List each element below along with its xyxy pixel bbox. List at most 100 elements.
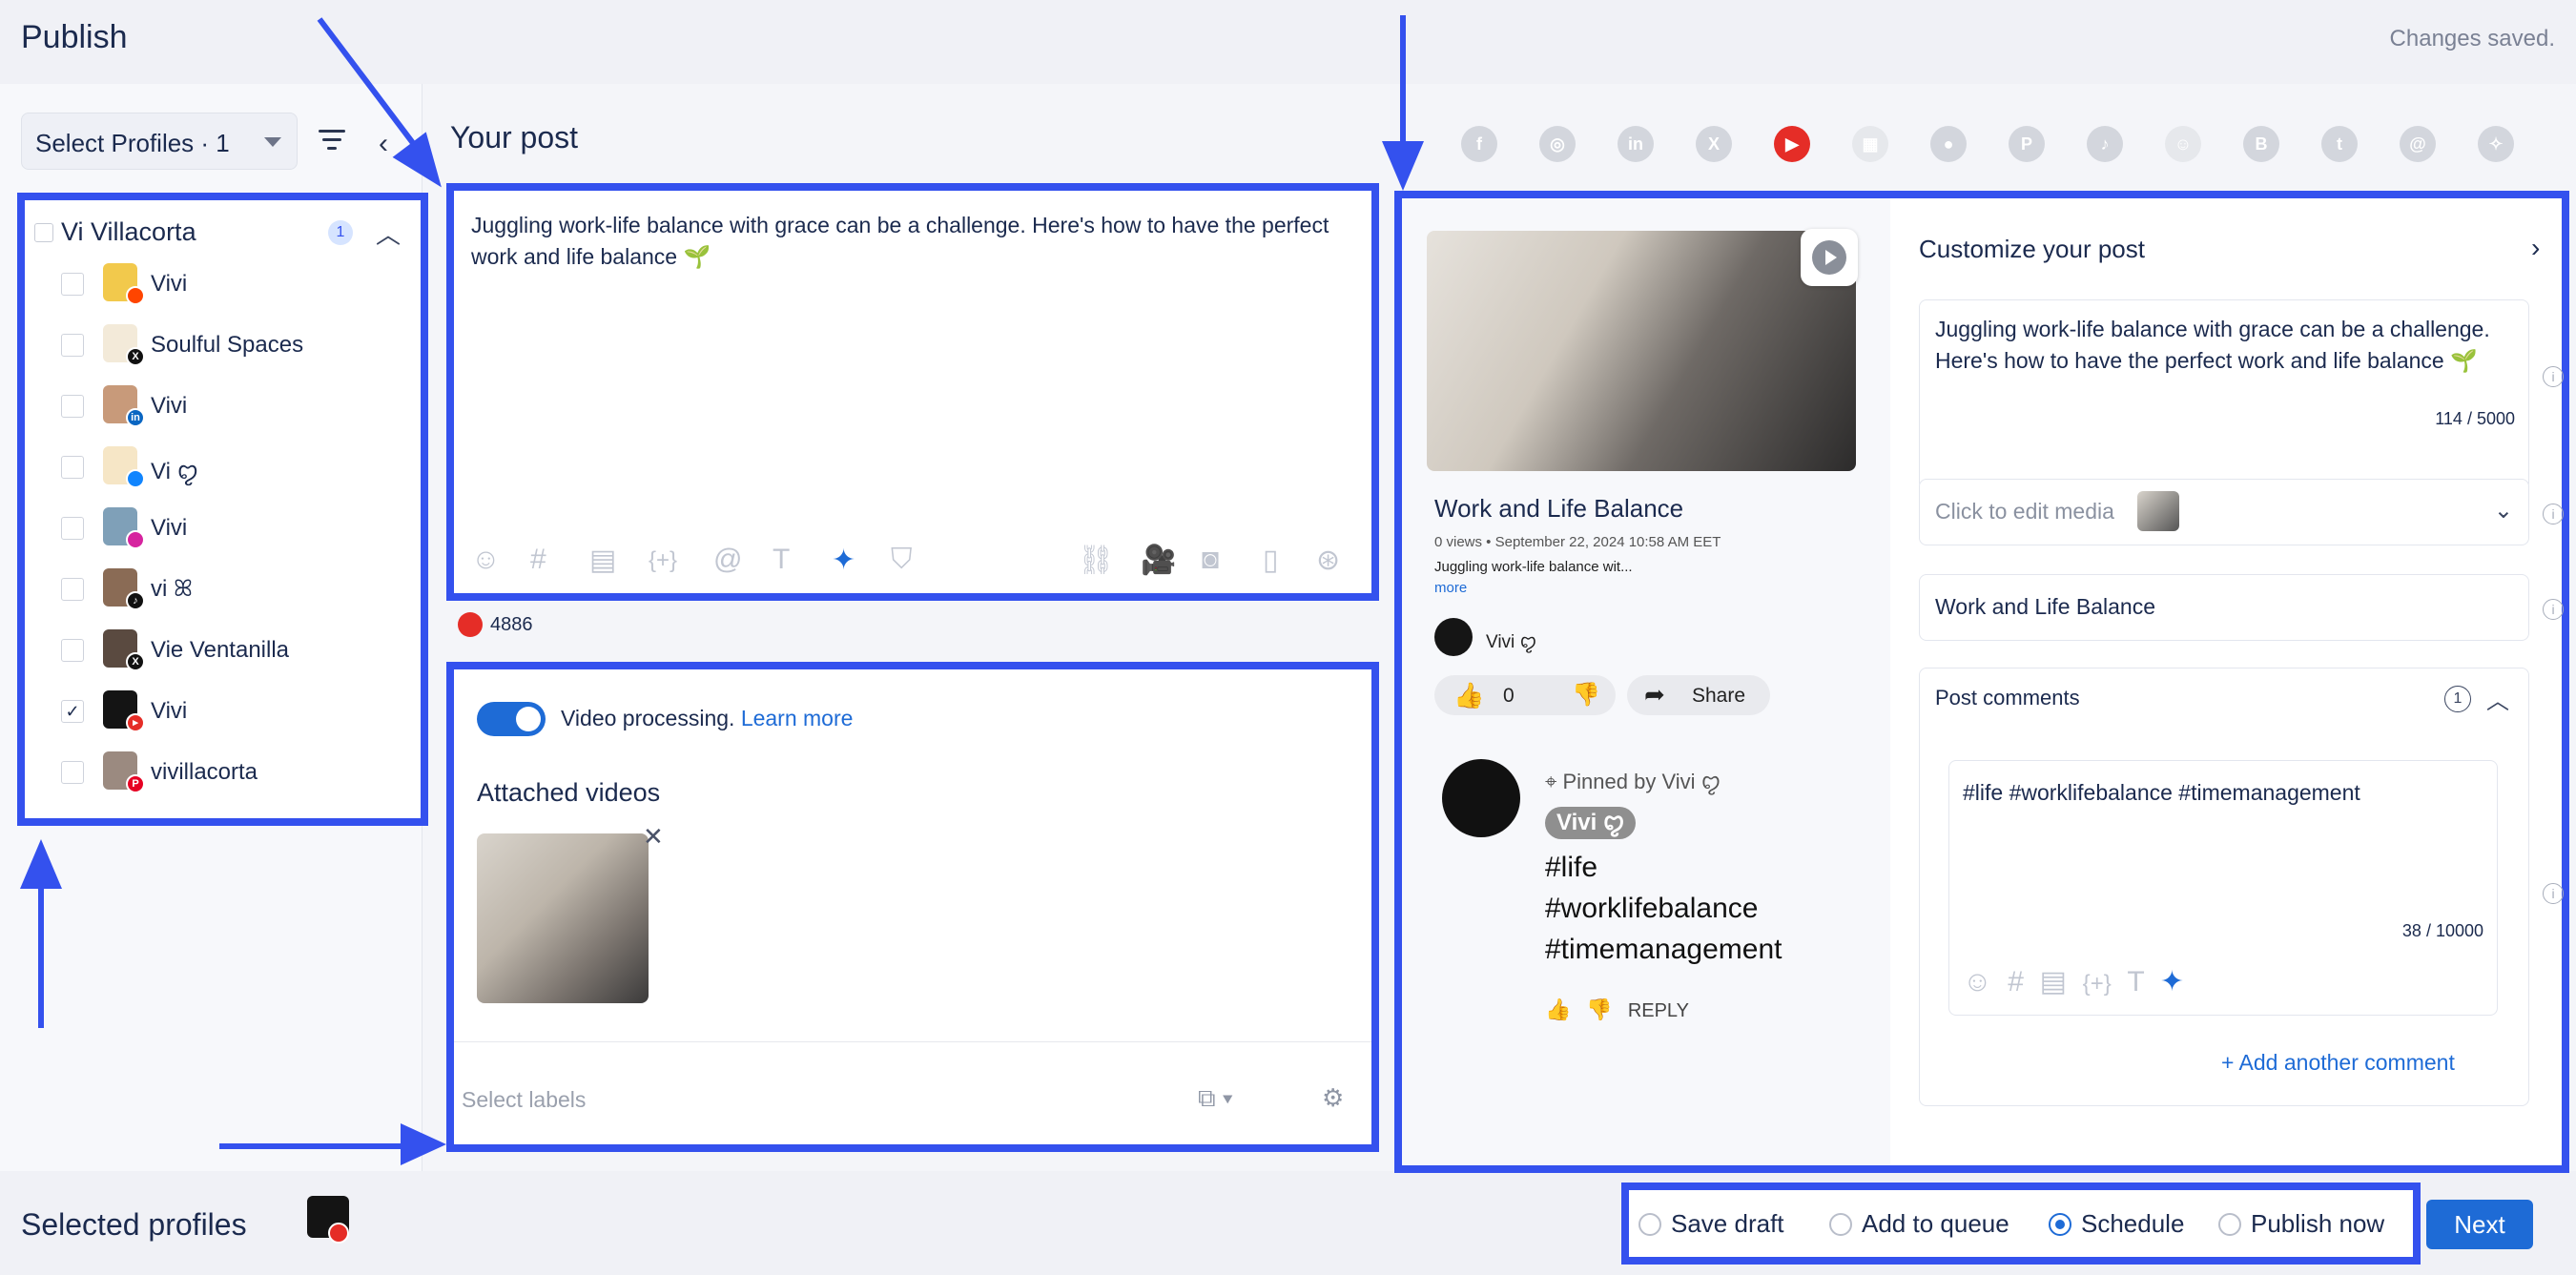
filter-icon[interactable] — [319, 130, 345, 153]
comment-char-count: 38 / 10000 — [2401, 921, 2483, 940]
info-icon[interactable]: i — [2543, 883, 2564, 904]
collapse-pane-icon[interactable]: ‹ — [379, 128, 388, 160]
snippet-icon[interactable]: ▤ — [589, 544, 616, 577]
profile-row[interactable]: X Vie Ventanilla — [59, 626, 412, 673]
profile-checkbox[interactable] — [61, 334, 84, 357]
profile-row[interactable]: Pvivillacorta — [59, 748, 412, 795]
edit-media-dropdown[interactable]: Click to edit media ⌄ — [1919, 479, 2529, 545]
google-business-icon[interactable]: ▦ — [1852, 126, 1888, 162]
save-draft-radio[interactable]: Save draft — [1638, 1209, 1784, 1239]
video-title-field[interactable]: Work and Life Balance — [1919, 574, 2529, 641]
tiktok-icon[interactable]: ♪ — [2087, 126, 2123, 162]
chevron-up-icon[interactable]: ︿ — [376, 216, 401, 251]
x-icon[interactable]: X — [1696, 126, 1732, 162]
bluesky-icon — [126, 469, 145, 488]
tumblr-icon[interactable]: t — [2321, 126, 2358, 162]
emoji-icon[interactable]: ☺ — [471, 544, 501, 576]
profile-row[interactable]: in Vivi — [59, 381, 412, 429]
text-format-icon[interactable]: T — [773, 544, 790, 576]
bluesky-icon[interactable]: ✧ — [2478, 126, 2514, 162]
more-link[interactable]: more — [1434, 580, 1467, 596]
ai-wand-icon[interactable]: ✦ — [2160, 966, 2184, 997]
custom-text-field[interactable]: Juggling work-life balance with grace ca… — [1919, 299, 2529, 490]
video-thumbnail[interactable] — [477, 833, 649, 1003]
profile-checkbox[interactable] — [61, 761, 84, 784]
info-icon[interactable]: i — [2543, 504, 2564, 524]
snapchat-icon[interactable]: ☺ — [2165, 126, 2201, 162]
profile-checkbox[interactable] — [61, 517, 84, 540]
add-to-queue-radio[interactable]: Add to queue — [1829, 1209, 2009, 1239]
video-description: Juggling work-life balance wit... — [1434, 559, 1633, 575]
comment-author-chip: Vivi ꨄ — [1545, 807, 1637, 839]
hashtag-icon[interactable]: # — [530, 544, 546, 576]
close-icon[interactable]: ✕ — [643, 822, 664, 852]
facebook-icon[interactable]: f — [1461, 126, 1497, 162]
group-checkbox[interactable] — [34, 223, 53, 242]
instagram-icon — [126, 530, 145, 549]
select-profiles-dropdown[interactable]: Select Profiles · 1 — [21, 113, 298, 170]
next-button[interactable]: Next — [2426, 1200, 2533, 1249]
x-icon: X — [126, 347, 145, 366]
instagram-icon[interactable]: ◎ — [1539, 126, 1576, 162]
gear-icon[interactable]: ⚙ — [1322, 1083, 1344, 1113]
mention-icon[interactable]: @ — [713, 544, 742, 576]
info-icon[interactable]: i — [2543, 366, 2564, 387]
link-icon[interactable]: ⛓ — [1078, 544, 1114, 577]
comment-editor[interactable]: #life #worklifebalance #timemanagement 3… — [1948, 760, 2498, 1016]
text-char-count: 114 / 5000 — [2435, 409, 2515, 428]
labels-dropdown-icon[interactable]: ⧉ ▾ — [1198, 1083, 1233, 1114]
video-processing-toggle[interactable] — [477, 702, 546, 736]
customize-pane: Customize your post › Juggling work-life… — [1890, 198, 2564, 1165]
pinterest-icon[interactable]: P — [2009, 126, 2045, 162]
profile-checkbox[interactable] — [61, 639, 84, 662]
like-count: 0 — [1503, 685, 1515, 707]
chevron-down-icon[interactable]: ⌄ — [2494, 497, 2513, 524]
attached-videos-heading: Attached videos — [477, 778, 661, 807]
profile-row[interactable]: X Soulful Spaces — [59, 320, 412, 368]
profile-checkbox[interactable] — [61, 578, 84, 601]
profile-checkbox[interactable] — [61, 395, 84, 418]
chevron-up-icon[interactable]: ︿ — [2486, 682, 2509, 715]
video-icon[interactable]: 🎥 — [1141, 544, 1176, 577]
profile-row[interactable]: ♪ vi ꕤ — [59, 565, 412, 612]
publish-now-radio[interactable]: Publish now — [2218, 1209, 2384, 1239]
labels-select[interactable]: Select labels — [462, 1087, 586, 1113]
linkedin-icon[interactable]: in — [1618, 126, 1654, 162]
ai-wand-icon[interactable]: ✦ — [832, 544, 855, 577]
youtube-icon[interactable]: ▶ — [1774, 126, 1810, 162]
profile-row[interactable]: Vi ꨄ — [59, 442, 412, 490]
profile-row[interactable]: Vivi — [59, 259, 412, 307]
reddit-icon[interactable]: ● — [1930, 126, 1967, 162]
profile-row[interactable]: ✓ ▸ Vivi — [59, 687, 412, 734]
variable-icon[interactable]: {+} — [649, 547, 677, 574]
annotation-arrow-head — [401, 1123, 446, 1165]
pinned-label: ⌖ Pinned by Vivi ꨄ — [1545, 770, 1721, 793]
profile-checkbox-checked[interactable]: ✓ — [61, 700, 84, 723]
add-another-comment-link[interactable]: + Add another comment — [2221, 1050, 2455, 1076]
shield-icon[interactable]: ⛉ — [891, 544, 913, 576]
document-icon[interactable]: ▯ — [1263, 544, 1279, 577]
reply-label: REPLY — [1627, 1000, 1689, 1021]
schedule-radio[interactable]: Schedule — [2049, 1209, 2184, 1239]
customize-heading: Customize your post — [1919, 235, 2145, 263]
video-meta: 0 views • September 22, 2024 10:58 AM EE… — [1434, 534, 1721, 550]
radio-selected-icon — [2049, 1213, 2071, 1236]
blogger-icon[interactable]: B — [2243, 126, 2279, 162]
profile-group-header[interactable]: Vi Villacorta 1 ︿ — [34, 216, 414, 254]
chevron-right-icon[interactable]: › — [2531, 233, 2540, 263]
camera-icon[interactable]: ◙ — [1202, 544, 1219, 576]
post-text-editor[interactable]: Juggling work-life balance with grace ca… — [446, 183, 1379, 601]
annotation-arrow — [219, 1143, 410, 1149]
profile-checkbox[interactable] — [61, 456, 84, 479]
threads-icon[interactable]: @ — [2400, 126, 2436, 162]
learn-more-link[interactable]: Learn more — [741, 706, 854, 730]
profile-row[interactable]: Vivi — [59, 504, 412, 551]
preview-panel: Work and Life Balance 0 views • Septembe… — [1394, 191, 2569, 1173]
profile-checkbox[interactable] — [61, 273, 84, 296]
thumbs-up-icon: 👍 — [1453, 681, 1485, 709]
circles-icon[interactable]: ⊛ — [1316, 544, 1340, 577]
video-settings-panel: Video processing. Learn more Attached vi… — [446, 662, 1379, 1152]
info-icon[interactable]: i — [2543, 599, 2564, 620]
radio-icon — [1829, 1213, 1852, 1236]
post-text[interactable]: Juggling work-life balance with grace ca… — [471, 210, 1349, 273]
